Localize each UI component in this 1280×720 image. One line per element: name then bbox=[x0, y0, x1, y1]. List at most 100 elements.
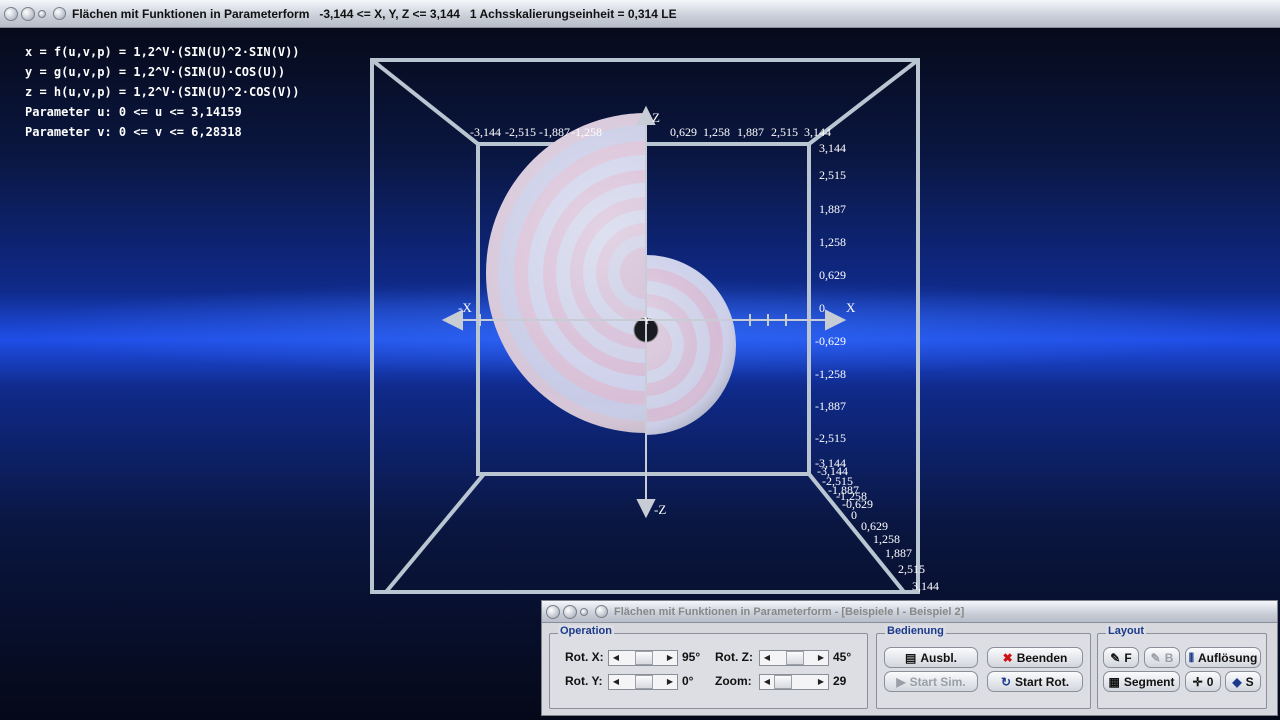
layout-f-button[interactable]: ✎ F bbox=[1103, 647, 1139, 668]
brush-icon: ✎ bbox=[1150, 650, 1161, 665]
arrow-left-icon[interactable]: ◀ bbox=[610, 675, 622, 689]
tick-label: 1,258 bbox=[873, 532, 900, 546]
segment-button[interactable]: ▦ Segment bbox=[1103, 671, 1180, 692]
tick-label: 1,258 bbox=[819, 235, 846, 249]
rot-y-value: 0° bbox=[682, 674, 694, 688]
operation-group: Operation Rot. X: ◀ ▶ 95° Rot. Y: ◀ ▶ 0°… bbox=[549, 625, 868, 709]
slider-thumb[interactable] bbox=[635, 675, 653, 689]
crosshair-icon: ✛ bbox=[1192, 674, 1203, 689]
arrow-left-icon[interactable]: ◀ bbox=[610, 651, 622, 665]
tick-label: 2,515 bbox=[819, 168, 846, 182]
axis-label-x: X bbox=[846, 300, 856, 315]
slider-thumb[interactable] bbox=[774, 675, 792, 689]
tick-label: -1,887 bbox=[539, 125, 570, 139]
tick-label: 0,629 bbox=[861, 519, 888, 533]
layout-b-label: B bbox=[1164, 650, 1174, 665]
beenden-button[interactable]: ✖ Beenden bbox=[987, 647, 1083, 668]
tick-label: 0,629 bbox=[670, 125, 697, 139]
start-sim-button[interactable]: ▶ Start Sim. bbox=[884, 671, 978, 692]
tick-label: -0,629 bbox=[815, 334, 846, 348]
minimize-icon[interactable] bbox=[563, 604, 577, 619]
app-icon bbox=[595, 605, 608, 618]
tick-label: 2,515 bbox=[898, 562, 925, 576]
rot-z-label: Rot. Z: bbox=[715, 650, 753, 664]
control-title: Flächen mit Funktionen in Parameterform … bbox=[614, 605, 965, 618]
rot-x-slider[interactable]: ◀ ▶ bbox=[608, 650, 678, 666]
tick-label: -3,144 bbox=[470, 125, 501, 139]
control-title-bar: Flächen mit Funktionen in Parameterform … bbox=[542, 601, 1277, 623]
tick-label: 0 bbox=[819, 301, 825, 315]
tick-label: -0,629 bbox=[842, 497, 873, 511]
maximize-icon[interactable] bbox=[580, 607, 588, 616]
tick-label: -1,887 bbox=[815, 399, 846, 413]
arrow-right-icon[interactable]: ▶ bbox=[815, 651, 827, 665]
arrow-left-icon[interactable]: ◀ bbox=[761, 651, 773, 665]
hide-icon: ▤ bbox=[904, 650, 917, 665]
arrow-left-icon[interactable]: ◀ bbox=[761, 675, 773, 689]
box-edge-bl bbox=[384, 472, 486, 594]
layout-s-button[interactable]: ◆ S bbox=[1225, 671, 1261, 692]
control-window: Flächen mit Funktionen in Parameterform … bbox=[541, 600, 1278, 716]
tick-label: -2,515 bbox=[505, 125, 536, 139]
tick-label: 3,144 bbox=[912, 579, 939, 593]
rot-z-slider[interactable]: ◀ ▶ bbox=[759, 650, 829, 666]
rot-y-slider[interactable]: ◀ ▶ bbox=[608, 674, 678, 690]
tick-label: 0 bbox=[851, 508, 857, 522]
neg-z-arrow bbox=[636, 499, 656, 519]
layout-b-button[interactable]: ✎ B bbox=[1144, 647, 1180, 668]
zoom-slider[interactable]: ◀ ▶ bbox=[759, 674, 829, 690]
cube-icon: ◆ bbox=[1232, 674, 1242, 689]
axis-label-z: Z bbox=[652, 110, 660, 125]
close-icon: ✖ bbox=[1002, 650, 1013, 665]
x-arrow bbox=[825, 309, 847, 331]
rotate-icon: ↻ bbox=[1000, 674, 1012, 689]
window-menu-icon[interactable] bbox=[546, 604, 560, 619]
tick-label: -1,258 bbox=[815, 367, 846, 381]
bedienung-label: Bedienung bbox=[885, 625, 946, 637]
brush-icon: ✎ bbox=[1110, 650, 1121, 665]
tick-label: 3,144 bbox=[819, 141, 846, 155]
arrow-right-icon[interactable]: ▶ bbox=[815, 675, 827, 689]
arrow-right-icon[interactable]: ▶ bbox=[664, 675, 676, 689]
ausbl-button[interactable]: ▤ Ausbl. bbox=[884, 647, 978, 668]
tick-label: -2,515 bbox=[815, 431, 846, 445]
tick-label: -1,258 bbox=[571, 125, 602, 139]
layout-label: Layout bbox=[1106, 625, 1147, 637]
rot-x-label: Rot. X: bbox=[565, 650, 604, 664]
tick-label: 0,629 bbox=[819, 268, 846, 282]
arrow-right-icon[interactable]: ▶ bbox=[664, 651, 676, 665]
aufloesung-label: Auflösung bbox=[1197, 650, 1258, 665]
slider-thumb[interactable] bbox=[786, 651, 804, 665]
ausbl-label: Ausbl. bbox=[920, 650, 957, 665]
layout-f-label: F bbox=[1124, 650, 1132, 665]
tick-label: 1,887 bbox=[737, 125, 764, 139]
axis-label-neg-z: -Z bbox=[654, 502, 666, 517]
start-rot-button[interactable]: ↻ Start Rot. bbox=[987, 671, 1083, 692]
resolution-icon: ⦀ bbox=[1188, 650, 1194, 665]
slider-thumb[interactable] bbox=[635, 651, 653, 665]
tick-label: 1,887 bbox=[819, 202, 846, 216]
tick-label: 3,144 bbox=[804, 125, 831, 139]
operation-label: Operation bbox=[558, 625, 614, 637]
layout-zero-button[interactable]: ✛ 0 bbox=[1185, 671, 1221, 692]
layout-group: Layout ✎ F ✎ B ⦀ Auflösung ▦ Segment ✛ 0… bbox=[1097, 625, 1267, 709]
tick-label: 2,515 bbox=[771, 125, 798, 139]
zoom-label: Zoom: bbox=[715, 674, 752, 688]
axis-label-y: Y bbox=[643, 315, 651, 327]
start-sim-label: Start Sim. bbox=[909, 674, 966, 689]
layout-zero-label: 0 bbox=[1206, 674, 1214, 689]
aufloesung-button[interactable]: ⦀ Auflösung bbox=[1185, 647, 1261, 668]
beenden-label: Beenden bbox=[1016, 650, 1068, 665]
tick-label: 1,887 bbox=[885, 546, 912, 560]
rot-z-value: 45° bbox=[833, 650, 852, 664]
rot-x-value: 95° bbox=[682, 650, 701, 664]
segment-label: Segment bbox=[1123, 674, 1175, 689]
axis-label-neg-x: -X bbox=[458, 300, 472, 315]
rot-y-label: Rot. Y: bbox=[565, 674, 603, 688]
bedienung-group: Bedienung ▤ Ausbl. ✖ Beenden ▶ Start Sim… bbox=[876, 625, 1091, 709]
grid-icon: ▦ bbox=[1108, 674, 1120, 689]
tick-label: 1,258 bbox=[703, 125, 730, 139]
zoom-value: 29 bbox=[833, 674, 847, 688]
play-icon: ▶ bbox=[896, 674, 906, 689]
layout-s-label: S bbox=[1245, 674, 1254, 689]
